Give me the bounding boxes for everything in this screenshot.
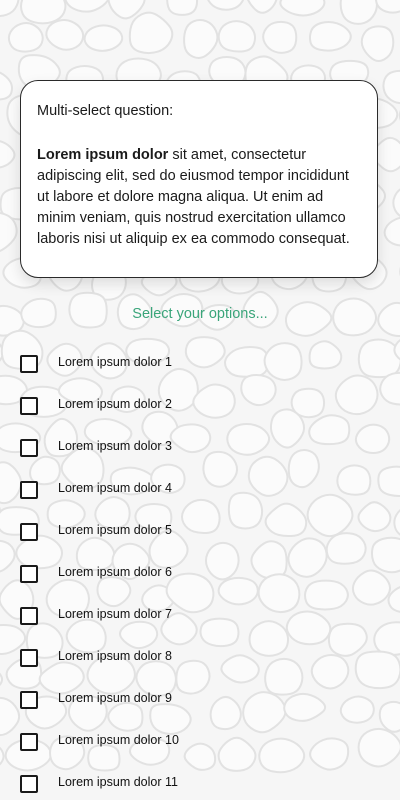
option-item-10[interactable]: Lorem ipsum dolor 10: [0, 720, 400, 762]
option-checkbox-8[interactable]: [20, 649, 38, 667]
background-pebble: [166, 0, 199, 16]
option-checkbox-6[interactable]: [20, 565, 38, 583]
background-pebble: [7, 21, 44, 53]
option-label-8: Lorem ipsum dolor 8: [58, 649, 172, 663]
select-options-hint: Select your options...: [132, 306, 268, 322]
option-checkbox-11[interactable]: [20, 775, 38, 793]
option-label-2: Lorem ipsum dolor 2: [58, 397, 172, 411]
option-checkbox-7[interactable]: [20, 607, 38, 625]
option-item-4[interactable]: Lorem ipsum dolor 4: [0, 468, 400, 510]
background-pebble: [262, 20, 298, 54]
background-pebble: [308, 20, 352, 52]
option-item-11[interactable]: Lorem ipsum dolor 11: [0, 762, 400, 800]
question-type-label: Multi-select question:: [37, 103, 174, 119]
option-checkbox-9[interactable]: [20, 691, 38, 709]
option-item-6[interactable]: Lorem ipsum dolor 6: [0, 552, 400, 594]
option-checkbox-3[interactable]: [20, 439, 38, 457]
option-checkbox-4[interactable]: [20, 481, 38, 499]
option-item-5[interactable]: Lorem ipsum dolor 5: [0, 510, 400, 552]
question-card: Multi-select question: Lorem ipsum dolor…: [20, 80, 378, 278]
option-item-7[interactable]: Lorem ipsum dolor 7: [0, 594, 400, 636]
option-checkbox-1[interactable]: [20, 355, 38, 373]
option-label-6: Lorem ipsum dolor 6: [58, 565, 172, 579]
option-checkbox-5[interactable]: [20, 523, 38, 541]
option-label-10: Lorem ipsum dolor 10: [58, 733, 179, 747]
options-list: Lorem ipsum dolor 1 Lorem ipsum dolor 2 …: [0, 342, 400, 800]
option-label-1: Lorem ipsum dolor 1: [58, 355, 172, 369]
question-text: Lorem ipsum dolor sit amet, consectetur …: [37, 145, 361, 250]
option-label-5: Lorem ipsum dolor 5: [58, 523, 172, 537]
option-label-7: Lorem ipsum dolor 7: [58, 607, 172, 621]
option-item-2[interactable]: Lorem ipsum dolor 2: [0, 384, 400, 426]
option-item-8[interactable]: Lorem ipsum dolor 8: [0, 636, 400, 678]
option-item-3[interactable]: Lorem ipsum dolor 3: [0, 426, 400, 468]
option-item-9[interactable]: Lorem ipsum dolor 9: [0, 678, 400, 720]
option-label-3: Lorem ipsum dolor 3: [58, 439, 172, 453]
option-label-4: Lorem ipsum dolor 4: [58, 481, 172, 495]
option-checkbox-10[interactable]: [20, 733, 38, 751]
question-bold-lead: Lorem ipsum dolor: [37, 147, 169, 163]
option-label-9: Lorem ipsum dolor 9: [58, 691, 172, 705]
option-checkbox-2[interactable]: [20, 397, 38, 415]
background-pebble: [83, 24, 124, 52]
background-pebble: [217, 20, 257, 53]
option-item-1[interactable]: Lorem ipsum dolor 1: [0, 342, 400, 384]
option-label-11: Lorem ipsum dolor 11: [58, 775, 178, 789]
